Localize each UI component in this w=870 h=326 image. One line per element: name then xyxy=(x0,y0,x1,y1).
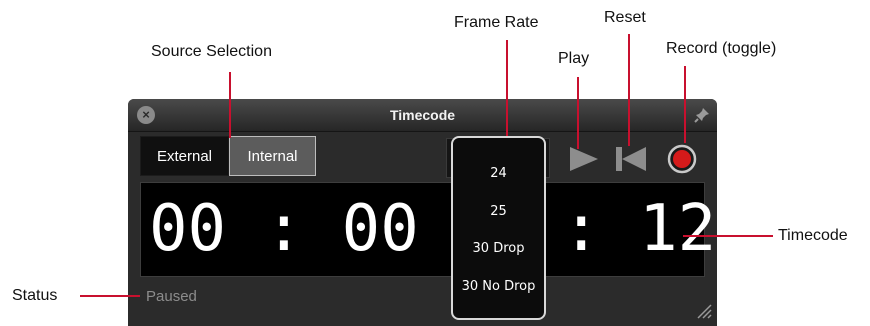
callout-record: Record (toggle) xyxy=(666,40,777,57)
timecode-display: 00 : 00 : : 12 xyxy=(140,182,716,277)
frame-rate-option-30-no-drop[interactable]: 30 No Drop xyxy=(453,279,544,294)
resize-grip-icon[interactable] xyxy=(694,301,712,319)
source-external-button[interactable]: External xyxy=(140,136,229,176)
callout-reset: Reset xyxy=(604,9,646,26)
play-icon[interactable] xyxy=(568,145,600,173)
frame-rate-option-24[interactable]: 24 xyxy=(453,166,544,181)
skip-to-start-icon[interactable] xyxy=(614,145,648,173)
callout-status: Status xyxy=(12,287,58,304)
frame-rate-option-25[interactable]: 25 xyxy=(453,204,544,219)
pin-icon[interactable] xyxy=(694,107,710,123)
frame-rate-menu: 24 25 30 Drop 30 No Drop xyxy=(451,136,546,320)
timecode-hours-minutes-seconds: 00 : 00 : xyxy=(149,192,496,266)
leader-timecode xyxy=(683,235,773,237)
leader-source-selection xyxy=(229,72,231,138)
timecode-frames: : 12 xyxy=(562,192,717,266)
callout-frame-rate: Frame Rate xyxy=(454,14,539,31)
frame-rate-option-30-drop[interactable]: 30 Drop xyxy=(453,241,544,256)
leader-frame-rate xyxy=(506,40,508,138)
status-text: Paused xyxy=(146,288,197,305)
leader-record xyxy=(684,66,686,143)
callout-play: Play xyxy=(558,50,590,67)
source-internal-button[interactable]: Internal xyxy=(229,136,316,176)
callout-timecode: Timecode xyxy=(778,227,848,244)
record-icon[interactable] xyxy=(667,144,697,174)
leader-reset xyxy=(628,34,630,146)
leader-play xyxy=(577,77,579,149)
callout-source-selection: Source Selection xyxy=(151,43,272,60)
leader-status xyxy=(80,295,140,297)
